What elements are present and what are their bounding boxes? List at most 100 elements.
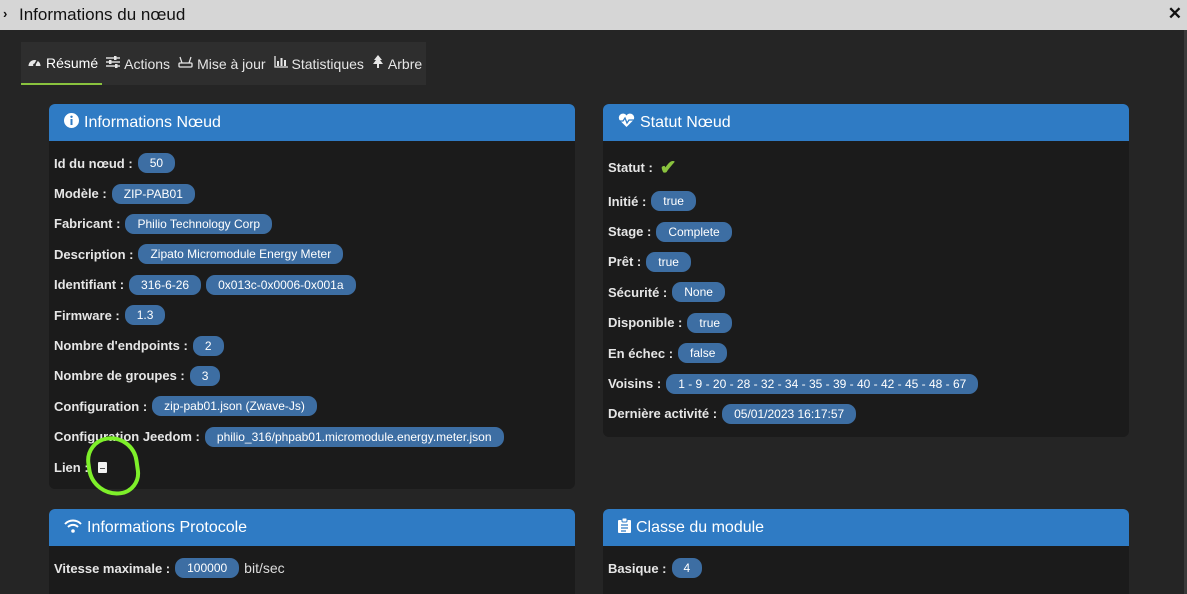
- row-firmware: Firmware :1.3: [49, 300, 575, 330]
- label: Description :: [54, 246, 134, 262]
- panel-title: Statut Nœud: [640, 113, 731, 131]
- endpoints-badge: 2: [192, 335, 224, 356]
- label: Configuration Jeedom :: [54, 429, 200, 445]
- failed-badge: false: [678, 343, 728, 364]
- panel-title: Classe du module: [636, 518, 765, 536]
- bar-chart-icon: [273, 56, 288, 71]
- label: Stage :: [608, 224, 652, 240]
- tab-actions[interactable]: Actions: [102, 42, 174, 85]
- last-activity-badge: 05/01/2023 16:17:57: [722, 403, 857, 424]
- ready-badge: true: [646, 251, 691, 272]
- tab-label: Mise à jour: [197, 55, 266, 72]
- label: Statut :: [608, 159, 653, 175]
- row-max-speed: Vitesse maximale :100000 bit/sec: [49, 553, 575, 583]
- label: Initié :: [608, 193, 647, 209]
- row-model: Modèle : ZIP-PAB01: [49, 178, 575, 208]
- model-badge: ZIP-PAB01: [111, 183, 195, 204]
- configuration-badge: zip-pab01.json (Zwave-Js): [152, 396, 317, 417]
- panel-header: Classe du module: [603, 509, 1129, 546]
- row-initiated: Initié : true: [603, 186, 1129, 216]
- label: Voisins :: [608, 376, 662, 392]
- label: Modèle :: [54, 186, 107, 202]
- panel-header: Informations Protocole: [49, 509, 575, 546]
- description-badge: Zipato Micromodule Energy Meter: [138, 244, 344, 265]
- row-last-activity: Dernière activité :05/01/2023 16:17:57: [603, 399, 1129, 429]
- row-configuration: Configuration : zip-pab01.json (Zwave-Js): [49, 391, 575, 421]
- initiated-badge: true: [651, 191, 696, 212]
- tab-label: Statistiques: [291, 55, 364, 72]
- tab-mise-a-jour[interactable]: Mise à jour: [174, 42, 269, 85]
- manufacturer-badge: Philio Technology Corp: [125, 213, 272, 234]
- panel-title: Informations Nœud: [84, 113, 221, 131]
- tab-label: Actions: [124, 55, 171, 72]
- label: Fabricant :: [54, 216, 121, 232]
- stage-badge: Complete: [656, 221, 732, 242]
- row-status: Statut : ✔: [603, 148, 1129, 186]
- row-basic: Basique :4: [603, 553, 1129, 583]
- label: En échec :: [608, 345, 674, 361]
- label: Dernière activité :: [608, 406, 718, 422]
- available-badge: true: [687, 312, 733, 333]
- label: Sécurité :: [608, 284, 668, 300]
- sliders-icon: [106, 56, 121, 71]
- row-manufacturer: Fabricant : Philio Technology Corp: [49, 209, 575, 239]
- wifi-icon: [64, 519, 82, 537]
- node-status-panel: Statut Nœud Statut : ✔ Initié : true Stage…: [603, 104, 1129, 437]
- label: Configuration :: [54, 398, 148, 414]
- dashboard-icon: [27, 55, 42, 71]
- tab-label: Arbre: [387, 55, 423, 72]
- panel-title: Informations Protocole: [87, 518, 248, 536]
- groups-badge: 3: [189, 365, 221, 386]
- tab-resume[interactable]: Résumé: [21, 42, 103, 85]
- close-icon[interactable]: ✕: [1168, 4, 1182, 24]
- window-titlebar: › Informations du nœud ✕: [0, 0, 1187, 30]
- heartbeat-icon: [618, 113, 635, 132]
- label: Lien :: [54, 459, 89, 475]
- module-class-panel: Classe du module Basique :4: [603, 509, 1129, 594]
- label: Basique :: [608, 560, 667, 576]
- tab-label: Résumé: [46, 54, 99, 71]
- row-stage: Stage : Complete: [603, 216, 1129, 246]
- row-ready: Prêt : true: [603, 247, 1129, 277]
- panel-header: Statut Nœud: [603, 104, 1129, 141]
- node-id-badge: 50: [137, 153, 176, 174]
- jeedom-config-badge: philio_316/phpab01.micromodule.energy.me…: [204, 426, 504, 447]
- chevron-right-icon[interactable]: ›: [3, 6, 7, 21]
- row-link: Lien :: [49, 452, 575, 482]
- label: Identifiant :: [54, 277, 125, 293]
- label: Prêt :: [608, 254, 642, 270]
- label: Vitesse maximale :: [54, 560, 171, 576]
- label: Disponible :: [608, 315, 683, 331]
- firmware-badge: 1.3: [124, 305, 166, 326]
- label: Nombre d'endpoints :: [54, 338, 188, 354]
- row-identifier: Identifiant :316-6-26 0x013c-0x0006-0x001…: [49, 270, 575, 300]
- checkmark-icon: ✔: [659, 156, 677, 179]
- row-node-id: Id du nœud :50: [49, 148, 575, 178]
- document-icon[interactable]: [97, 461, 107, 473]
- label: Nombre de groupes :: [54, 368, 185, 384]
- tree-icon: [372, 55, 384, 72]
- row-description: Description : Zipato Micromodule Energy M…: [49, 239, 575, 269]
- row-groups: Nombre de groupes :3: [49, 361, 575, 391]
- info-icon: [64, 113, 79, 132]
- row-endpoints: Nombre d'endpoints :2: [49, 330, 575, 360]
- row-failed: En échec : false: [603, 338, 1129, 368]
- row-neighbors: Voisins :1 - 9 - 20 - 28 - 32 - 34 - 35 …: [603, 368, 1129, 398]
- max-speed-badge: 100000: [175, 558, 240, 579]
- max-speed-unit: bit/sec: [244, 560, 285, 577]
- neighbors-badge: 1 - 9 - 20 - 28 - 32 - 34 - 35 - 39 - 40…: [666, 373, 979, 394]
- clipboard-icon: [618, 517, 631, 537]
- row-available: Disponible : true: [603, 308, 1129, 338]
- label: Firmware :: [54, 307, 120, 323]
- identifier-badge: 316-6-26: [129, 274, 202, 295]
- tab-statistiques[interactable]: Statistiques: [270, 42, 368, 85]
- label: Id du nœud :: [54, 155, 133, 171]
- security-badge: None: [672, 282, 725, 303]
- tab-arbre[interactable]: Arbre: [368, 42, 426, 85]
- protocol-info-panel: Informations Protocole Vitesse maximale …: [49, 509, 575, 594]
- window-title: Informations du nœud: [19, 5, 186, 24]
- row-jeedom-config: Configuration Jeedom : philio_316/phpab01…: [49, 422, 575, 452]
- row-security: Sécurité : None: [603, 277, 1129, 307]
- basic-badge: 4: [671, 558, 703, 579]
- identifier-hex-badge: 0x013c-0x0006-0x001a: [206, 274, 356, 295]
